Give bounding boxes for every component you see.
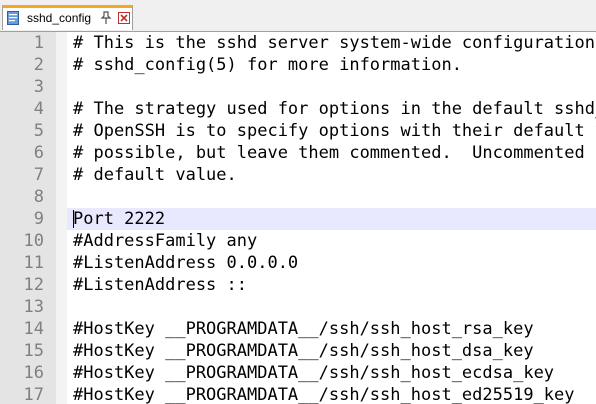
line-text[interactable]: #HostKey __PROGRAMDATA__/ssh/ssh_host_ds… bbox=[73, 340, 534, 362]
line-number: 6 bbox=[33, 143, 44, 163]
line-number: 17 bbox=[23, 385, 44, 404]
line-text[interactable]: # possible, but leave them commented. Un… bbox=[73, 142, 596, 164]
line-number: 16 bbox=[23, 363, 44, 383]
tab-bar: sshd_config bbox=[0, 0, 596, 31]
line-number: 5 bbox=[33, 121, 44, 141]
code-line[interactable]: 8 bbox=[0, 186, 596, 208]
line-number: 3 bbox=[33, 77, 44, 97]
line-text[interactable]: # sshd_config(5) for more information. bbox=[73, 54, 462, 76]
code-line[interactable]: 16 #HostKey __PROGRAMDATA__/ssh/ssh_host_… bbox=[0, 362, 596, 384]
code-lines: 1 # This is the sshd server system-wide c… bbox=[0, 32, 596, 404]
line-text[interactable]: Port 2222 bbox=[73, 208, 165, 230]
line-number: 2 bbox=[33, 55, 44, 75]
code-line[interactable]: 12 #ListenAddress :: bbox=[0, 274, 596, 296]
code-line[interactable]: 14 #HostKey __PROGRAMDATA__/ssh/ssh_host_… bbox=[0, 318, 596, 340]
code-line[interactable]: 2 # sshd_config(5) for more information. bbox=[0, 54, 596, 76]
line-number: 15 bbox=[23, 341, 44, 361]
line-text[interactable]: #HostKey __PROGRAMDATA__/ssh/ssh_host_rs… bbox=[73, 318, 534, 340]
line-text[interactable]: #ListenAddress 0.0.0.0 bbox=[73, 252, 298, 274]
text-caret bbox=[73, 210, 74, 228]
line-number: 13 bbox=[23, 297, 44, 317]
line-text[interactable]: # This is the sshd server system-wide co… bbox=[73, 32, 596, 54]
code-line[interactable]: 17 #HostKey __PROGRAMDATA__/ssh/ssh_host_… bbox=[0, 384, 596, 404]
line-text[interactable]: #AddressFamily any bbox=[73, 230, 257, 252]
line-number: 11 bbox=[23, 253, 44, 273]
line-number: 1 bbox=[33, 33, 44, 53]
code-line[interactable]: 11 #ListenAddress 0.0.0.0 bbox=[0, 252, 596, 274]
file-icon bbox=[7, 11, 19, 25]
line-text[interactable]: # OpenSSH is to specify options with the… bbox=[73, 120, 596, 142]
close-icon[interactable] bbox=[118, 12, 130, 24]
line-number: 10 bbox=[23, 231, 44, 251]
line-number: 9 bbox=[33, 209, 44, 229]
line-number: 4 bbox=[33, 99, 44, 119]
text-editor[interactable]: 1 # This is the sshd server system-wide c… bbox=[0, 31, 596, 404]
line-number: 14 bbox=[23, 319, 44, 339]
code-line[interactable]: 4 # The strategy used for options in the … bbox=[0, 98, 596, 120]
pin-icon[interactable] bbox=[100, 11, 112, 25]
code-line[interactable]: 9 Port 2222 bbox=[0, 208, 596, 230]
code-line[interactable]: 13 bbox=[0, 296, 596, 318]
line-text[interactable]: # default value. bbox=[73, 164, 237, 186]
code-line[interactable]: 5 # OpenSSH is to specify options with th… bbox=[0, 120, 596, 142]
line-number: 7 bbox=[33, 165, 44, 185]
line-number: 12 bbox=[23, 275, 44, 295]
code-line[interactable]: 3 bbox=[0, 76, 596, 98]
code-line[interactable]: 1 # This is the sshd server system-wide c… bbox=[0, 32, 596, 54]
line-text[interactable]: #HostKey __PROGRAMDATA__/ssh/ssh_host_ec… bbox=[73, 362, 554, 384]
tab-sshd-config[interactable]: sshd_config bbox=[2, 5, 133, 30]
code-line[interactable]: 6 # possible, but leave them commented. U… bbox=[0, 142, 596, 164]
line-number: 8 bbox=[33, 187, 44, 207]
tab-label: sshd_config bbox=[27, 11, 92, 25]
code-line[interactable]: 7 # default value. bbox=[0, 164, 596, 186]
code-line[interactable]: 10 #AddressFamily any bbox=[0, 230, 596, 252]
line-text[interactable]: # The strategy used for options in the d… bbox=[73, 98, 596, 120]
line-text[interactable]: #ListenAddress :: bbox=[73, 274, 247, 296]
notepad-plus-plus-window: sshd_config 1 # This is the sshd server s… bbox=[0, 0, 596, 404]
code-line[interactable]: 15 #HostKey __PROGRAMDATA__/ssh/ssh_host_… bbox=[0, 340, 596, 362]
line-text[interactable]: #HostKey __PROGRAMDATA__/ssh/ssh_host_ed… bbox=[73, 384, 575, 404]
